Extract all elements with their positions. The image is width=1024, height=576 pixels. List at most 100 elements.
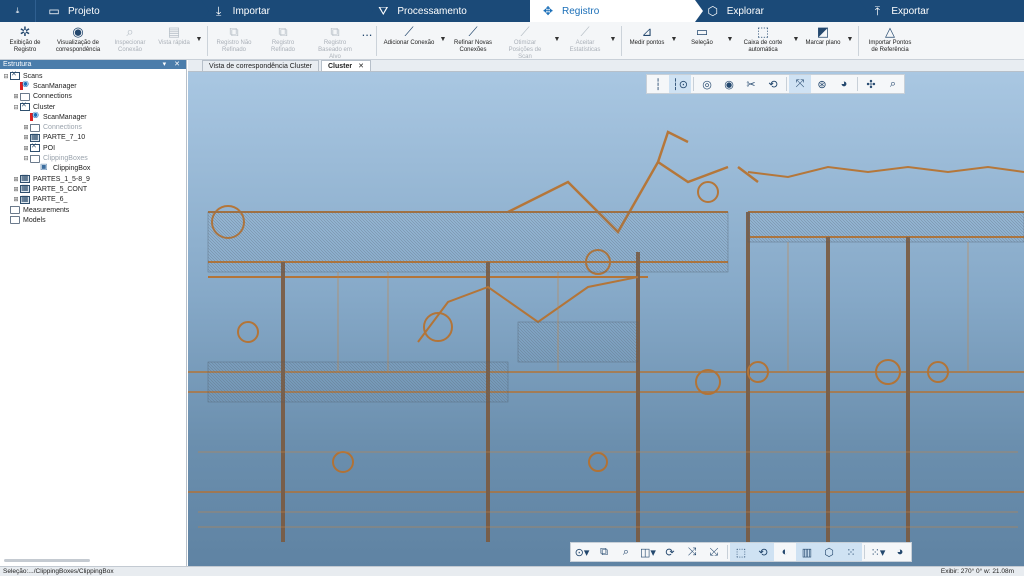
cube-icon[interactable]: ◫▾: [637, 543, 659, 561]
tab-projeto[interactable]: ▭ Projeto: [36, 0, 201, 22]
quick-view-button[interactable]: ▤ Vista rápida: [154, 24, 194, 47]
correspondence-view-button[interactable]: ◉ Visualização de correspondência: [50, 24, 106, 54]
unrefined-registration-button[interactable]: ⧉ Registro Não Refinado: [211, 24, 257, 54]
auto-clipping-box-button[interactable]: ⬚ Caixa de corte automática: [735, 24, 791, 54]
tab-processamento[interactable]: ⛛ Processamento: [365, 0, 530, 22]
measure-line-icon[interactable]: ┆: [647, 75, 669, 93]
chevron-down-icon[interactable]: ▼: [725, 24, 735, 43]
accept-statistics-button[interactable]: ⟋ Aceitar Estatísticas: [562, 24, 608, 54]
chevron-down-icon[interactable]: ▼: [791, 24, 801, 43]
navigate-icon[interactable]: ✣: [860, 75, 882, 93]
divider: [864, 545, 865, 559]
tree-node[interactable]: ⊞ PARTE_6_: [0, 194, 186, 205]
refresh-view-icon[interactable]: ⟲: [752, 543, 774, 561]
contrast-icon[interactable]: ◐: [774, 543, 796, 561]
eye-cut-icon[interactable]: ✂: [740, 75, 762, 93]
expand-toggle-icon[interactable]: ⊞: [22, 124, 30, 131]
tab-registro[interactable]: ✥ Registro: [530, 0, 703, 22]
tree-node-label: PARTE_6_: [33, 196, 68, 204]
zoom-icon[interactable]: ⌕: [615, 543, 637, 561]
palette-icon[interactable]: ◕: [889, 543, 911, 561]
chevron-down-icon[interactable]: ▼: [845, 24, 855, 43]
divider: [857, 77, 858, 91]
import-reference-points-button[interactable]: △ Importar Pontos de Referência: [862, 24, 918, 54]
target-registration-button[interactable]: ⧉ Registro Baseado em Alvo: [309, 24, 361, 61]
views-icon[interactable]: ⧉: [593, 543, 615, 561]
grid-icon[interactable]: ▥: [796, 543, 818, 561]
tree-node-label: PARTE_7_10: [43, 134, 86, 142]
tree-node[interactable]: Measurements: [0, 205, 186, 215]
tree-node[interactable]: ⊞ Connections: [0, 92, 186, 102]
divider: [376, 26, 377, 56]
tree-node-label: Models: [23, 216, 46, 224]
tab-correspondence-view[interactable]: Vista de correspondência Cluster: [202, 60, 319, 71]
home-download-icon[interactable]: ⤓: [0, 0, 36, 22]
optimize-positions-button[interactable]: ⟋ Otimizar Posições de Scan: [498, 24, 552, 61]
refined-registration-button[interactable]: ⧉ Registro Refinado: [257, 24, 309, 54]
inspect-connection-button[interactable]: ⌕ Inspecionar Conexão: [106, 24, 154, 54]
tree-node[interactable]: ⊟Cluster: [0, 101, 186, 112]
eye-plane-icon[interactable]: ◎: [696, 75, 718, 93]
color-wheel-icon[interactable]: ◕: [833, 75, 855, 93]
tree-node[interactable]: ⊞ PARTE_7_10: [0, 132, 186, 143]
3d-viewport[interactable]: ┆ ┆⊙ ◎ ◉ ✂ ⟲ ⤧ ⊛ ◕ ✣ ⌕ ⊙▾ ⧉ ⌕ ◫▾ ⟳ ⤨ ⤩ ⬚…: [188, 72, 1024, 566]
tab-importar[interactable]: ⤓ Importar: [200, 0, 366, 22]
add-connection-button[interactable]: ⟋ Adicionar Conexão: [380, 24, 438, 47]
measure-points-button[interactable]: ⊿ Medir pontos: [625, 24, 669, 47]
expand-toggle-icon[interactable]: ⊟: [12, 104, 20, 111]
expand-toggle-icon[interactable]: ⊞: [12, 196, 20, 203]
reference-points-icon: △: [885, 24, 895, 39]
tree-node[interactable]: ⊟ ClippingBoxes: [0, 153, 186, 163]
tab-explorar[interactable]: ⬡ Explorar: [695, 0, 860, 22]
tree-node[interactable]: ScanManager: [0, 110, 186, 122]
correspondence-view-icon: ◉: [72, 24, 84, 39]
orbit-icon[interactable]: ⊙▾: [571, 543, 593, 561]
tree-node[interactable]: ⊞ Connections: [0, 122, 186, 132]
horizontal-scrollbar[interactable]: [4, 559, 90, 562]
tab-cluster[interactable]: Cluster ✕: [320, 60, 371, 71]
tab-label: Explorar: [726, 5, 764, 17]
chevron-down-icon[interactable]: ▼: [608, 24, 618, 43]
folder-icon: [20, 92, 30, 101]
structure-panel: Estrutura ▾ ✕ ⊟ScansScanManager⊞Connecti…: [0, 60, 187, 566]
expand-toggle-icon[interactable]: ⊟: [22, 155, 30, 162]
selection-status: Seleção:.../ClippingBoxes/ClippingBox: [3, 568, 114, 575]
chevron-down-icon[interactable]: ▼: [552, 24, 562, 43]
chevron-down-icon[interactable]: ▼: [669, 24, 679, 43]
rotate-eye-icon[interactable]: ⟲: [762, 75, 784, 93]
expand-toggle-icon[interactable]: ⊞: [12, 176, 20, 183]
mark-plane-button[interactable]: ◩ Marcar plano: [801, 24, 845, 47]
tree-node[interactable]: Models: [0, 215, 186, 225]
close-icon[interactable]: ✕: [358, 63, 364, 70]
fit-icon[interactable]: ⤧: [789, 75, 811, 93]
divider: [727, 545, 728, 559]
expand-toggle-icon[interactable]: ⊞: [22, 134, 30, 141]
box-view-icon[interactable]: ⬚: [730, 543, 752, 561]
dots-icon[interactable]: ⁙: [840, 543, 862, 561]
panel-controls[interactable]: ▾ ✕: [163, 60, 186, 69]
more-button[interactable]: ...: [361, 24, 373, 40]
walk-icon[interactable]: ⤩: [703, 543, 725, 561]
chevron-down-icon[interactable]: ▼: [438, 24, 448, 43]
tree-node[interactable]: ScanManager: [0, 79, 186, 91]
zoom-scan-icon[interactable]: ⌕: [882, 75, 904, 93]
structure-tree: ⊟ScansScanManager⊞Connections⊟ClusterSca…: [0, 69, 186, 225]
expand-toggle-icon[interactable]: ⊞: [22, 145, 30, 152]
chevron-down-icon[interactable]: ▼: [194, 24, 204, 43]
rotate-icon[interactable]: ⟳: [659, 543, 681, 561]
tree-node[interactable]: ⊞ POI: [0, 142, 186, 153]
expand-toggle-icon[interactable]: ⊟: [2, 73, 10, 80]
more-icon[interactable]: ⁙▾: [867, 543, 889, 561]
selection-button[interactable]: ▭ Seleção: [679, 24, 725, 47]
scan-color-icon[interactable]: ⊛: [811, 75, 833, 93]
tab-exportar[interactable]: ⤒ Exportar: [859, 0, 1024, 22]
refine-connections-button[interactable]: ⟋ Refinar Novas Conexões: [448, 24, 498, 54]
move-icon[interactable]: ⤨: [681, 543, 703, 561]
expand-toggle-icon[interactable]: ⊞: [12, 93, 20, 100]
registration-view-button[interactable]: ✲ Exibição de Registro: [0, 24, 50, 54]
shield-icon[interactable]: ⬡: [818, 543, 840, 561]
statistics-icon: ⟋: [580, 24, 590, 39]
expand-toggle-icon[interactable]: ⊞: [12, 186, 20, 193]
measure-point-icon[interactable]: ┆⊙: [669, 75, 691, 93]
eye-line-icon[interactable]: ◉: [718, 75, 740, 93]
